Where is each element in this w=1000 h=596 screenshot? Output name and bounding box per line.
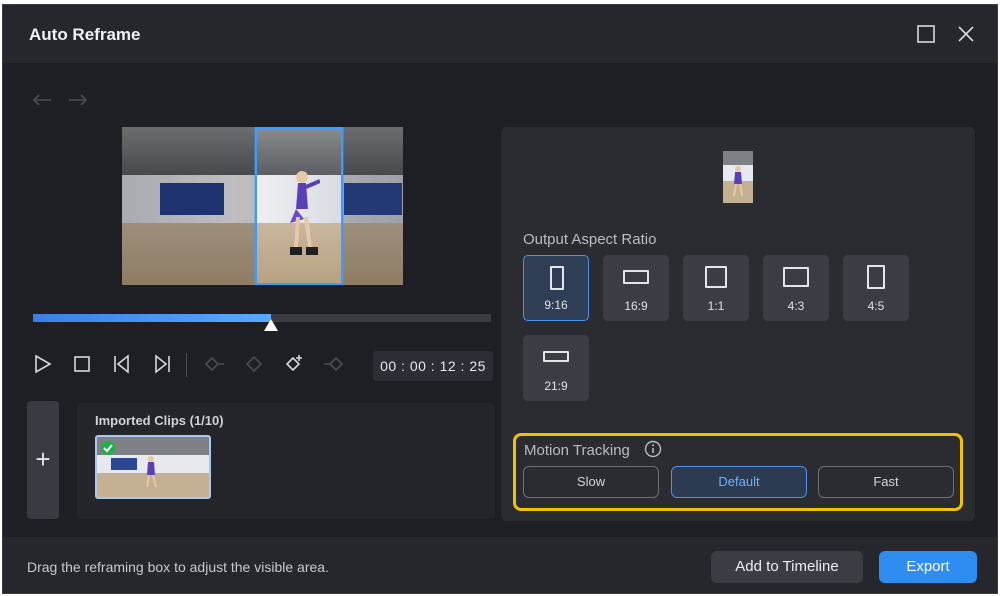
ratio-4-3-button[interactable]: 4:3 [763, 255, 829, 321]
remove-keyframe-button[interactable] [243, 353, 265, 375]
ratio-label: 9:16 [544, 298, 568, 312]
video-preview[interactable] [122, 127, 403, 285]
add-to-timeline-button[interactable]: Add to Timeline [711, 551, 863, 583]
scrubber-progress [33, 314, 272, 322]
redo-button[interactable] [65, 87, 91, 106]
redo-icon [69, 94, 88, 106]
ratio-label: 21:9 [544, 379, 568, 393]
tracking-default-button[interactable]: Default [671, 466, 807, 498]
stop-button[interactable] [71, 353, 93, 375]
controls-divider [186, 353, 187, 377]
widescreen-ratio-icon [543, 351, 569, 362]
previous-frame-button[interactable] [111, 353, 133, 375]
undo-button[interactable] [29, 87, 55, 106]
ratio-label: 1:1 [707, 299, 725, 313]
add-keyframe-button[interactable] [283, 353, 305, 375]
add-clip-button[interactable]: + [27, 401, 59, 519]
output-aspect-ratio-label: Output Aspect Ratio [523, 231, 657, 248]
maximize-icon [917, 25, 935, 43]
close-icon [958, 26, 974, 42]
portrait-ratio-icon [550, 266, 564, 290]
undo-redo-group [29, 87, 97, 110]
next-keyframe-icon [324, 356, 344, 372]
export-button[interactable]: Export [879, 551, 977, 583]
reframe-settings-panel: Output Aspect Ratio 9:16 16:9 1:1 4:3 4:… [501, 127, 975, 521]
ratio-label: 16:9 [624, 299, 648, 313]
scrubber-handle[interactable] [264, 319, 279, 331]
previous-keyframe-button[interactable] [203, 353, 225, 375]
selected-check-icon [101, 441, 115, 455]
play-button[interactable] [31, 353, 53, 375]
playback-controls [31, 353, 361, 377]
tracking-fast-button[interactable]: Fast [818, 466, 954, 498]
close-button[interactable] [955, 23, 977, 45]
title-bar: Auto Reframe [3, 5, 997, 63]
next-keyframe-button[interactable] [323, 353, 345, 375]
maximize-button[interactable] [915, 23, 937, 45]
reframing-box[interactable] [255, 127, 343, 285]
imported-clips-panel: Imported Clips (1/10) [77, 403, 495, 519]
timeline-scrubber[interactable] [33, 314, 491, 331]
ratio-9-16-button[interactable]: 9:16 [523, 255, 589, 321]
previous-keyframe-icon [204, 356, 224, 372]
ratio-21-9-button[interactable]: 21:9 [523, 335, 589, 401]
timecode-display: 00 : 00 : 12 : 25 [373, 351, 493, 381]
stop-icon [74, 356, 90, 372]
imported-clips-title: Imported Clips (1/10) [95, 413, 224, 428]
clip-thumbnail[interactable] [95, 435, 211, 499]
plus-icon: + [35, 444, 51, 474]
ratio-label: 4:5 [867, 299, 885, 313]
reframe-hint-text: Drag the reframing box to adjust the vis… [27, 559, 329, 575]
add-keyframe-icon [285, 355, 302, 372]
motion-tracking-section: Motion Tracking Slow Default Fast [513, 433, 963, 511]
landscape-ratio-icon [623, 270, 649, 284]
motion-tracking-label: Motion Tracking [524, 442, 630, 459]
next-frame-button[interactable] [151, 353, 173, 375]
tracking-slow-button[interactable]: Slow [523, 466, 659, 498]
ratio-16-9-button[interactable]: 16:9 [603, 255, 669, 321]
previous-frame-icon [114, 354, 129, 374]
info-icon[interactable] [644, 440, 662, 458]
next-frame-icon [155, 354, 170, 374]
remove-keyframe-icon [245, 355, 263, 373]
standard-ratio-icon [783, 267, 809, 287]
undo-icon [32, 94, 51, 106]
ratio-label: 4:3 [787, 299, 805, 313]
vertical-ratio-icon [867, 265, 885, 289]
square-ratio-icon [705, 266, 727, 288]
outside-area-right [343, 127, 403, 285]
window-title: Auto Reframe [29, 25, 141, 44]
outside-area-left [122, 127, 255, 285]
ratio-4-5-button[interactable]: 4:5 [843, 255, 909, 321]
ratio-1-1-button[interactable]: 1:1 [683, 255, 749, 321]
auto-reframe-window: Auto Reframe 00: 00: 12: 25 + Importe… [2, 4, 998, 594]
play-icon [35, 354, 52, 374]
footer-bar: Drag the reframing box to adjust the vis… [3, 537, 997, 593]
output-preview-thumbnail [723, 151, 753, 203]
